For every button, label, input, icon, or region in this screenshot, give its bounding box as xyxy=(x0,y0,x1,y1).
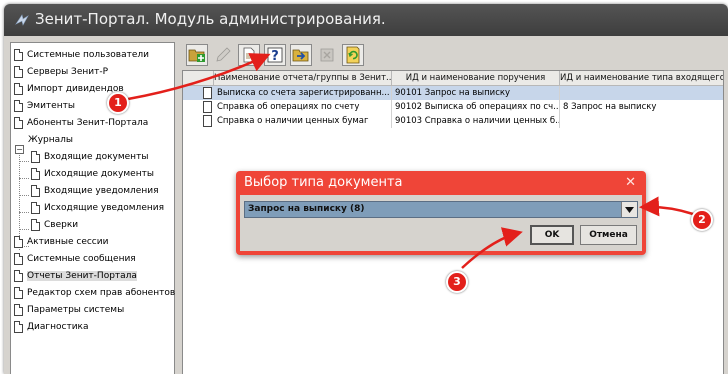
dropdown-button[interactable] xyxy=(621,202,637,217)
tree-item-portal-reports[interactable]: Отчеты Зенит-Портала xyxy=(14,268,137,284)
table-cell: 90103 Справка о наличии ценных б... xyxy=(392,114,560,128)
table-row[interactable]: Справка о наличии ценных бумаг 90103 Спр… xyxy=(183,114,723,128)
tree-item-active-sessions[interactable]: Активные сессии xyxy=(14,234,108,250)
chevron-down-icon xyxy=(625,206,634,213)
tree-item-diagnostics[interactable]: Диагностика xyxy=(14,319,89,335)
table-cell: Справка о наличии ценных бумаг xyxy=(214,114,392,128)
tree-item-outgoing-documents[interactable]: Исходящие документы xyxy=(31,166,154,182)
add-folder-button[interactable] xyxy=(186,44,208,66)
tree-item-zenit-servers[interactable]: Серверы Зенит-Р xyxy=(14,64,108,80)
tree-item-portal-subscribers[interactable]: Абоненты Зенит-Портала xyxy=(14,115,148,131)
help-question-icon: ? xyxy=(267,47,283,64)
document-icon xyxy=(14,100,23,112)
document-icon xyxy=(14,83,23,95)
document-icon xyxy=(14,270,23,282)
annotation-badge-3: 3 xyxy=(446,271,468,293)
document-icon xyxy=(14,49,23,61)
tree-expander-icon[interactable]: − xyxy=(15,145,24,154)
tree-item-system-users[interactable]: Системные пользователи xyxy=(14,47,149,63)
tree-guide-line xyxy=(19,229,29,230)
tree-item-dividend-import[interactable]: Импорт дивидендов xyxy=(14,81,124,97)
document-icon xyxy=(243,47,255,63)
document-type-value: Запрос на выписку (8) xyxy=(248,204,365,214)
delete-button[interactable] xyxy=(316,44,338,66)
annotation-badge-2: 2 xyxy=(691,209,713,231)
refresh-icon xyxy=(346,46,360,64)
dialog-title: Выбор типа документа xyxy=(244,175,403,190)
refresh-button[interactable] xyxy=(342,44,364,66)
help-button[interactable]: ? xyxy=(264,44,286,66)
svg-text:?: ? xyxy=(271,49,279,64)
dialog-body: Запрос на выписку (8) OK Отмена xyxy=(240,195,642,251)
table-cell: 90101 Запрос на выписку xyxy=(392,86,560,100)
document-icon xyxy=(14,321,23,333)
window-title: Зенит-Портал. Модуль администрирования. xyxy=(35,10,386,28)
tree-guide-line xyxy=(19,212,29,213)
title-bar: Зенит-Портал. Модуль администрирования. xyxy=(4,4,728,36)
table-cell xyxy=(560,86,723,100)
table-header-corner xyxy=(183,71,214,86)
column-header-report-name[interactable]: Наименование отчета/группы в Зенит... xyxy=(214,71,392,86)
document-icon xyxy=(31,185,40,197)
navigation-tree[interactable]: − Системные пользователи Серверы Зенит-Р… xyxy=(10,42,175,374)
document-icon xyxy=(203,115,212,127)
edit-pencil-icon xyxy=(216,47,231,62)
tree-guide-line xyxy=(19,178,29,179)
tree-guide-line xyxy=(19,195,29,196)
tree-item-rights-scheme-editor[interactable]: Редактор схем прав абонентов xyxy=(14,285,175,301)
table-cell: 90102 Выписка об операциях по сч... xyxy=(392,100,560,114)
add-folder-icon xyxy=(188,49,205,62)
document-icon xyxy=(14,236,23,248)
document-type-select[interactable]: Запрос на выписку (8) xyxy=(244,201,638,218)
document-icon xyxy=(14,304,23,316)
table-cell: Справка об операциях по счету xyxy=(214,100,392,114)
tree-item-outgoing-notifications[interactable]: Исходящие уведомления xyxy=(31,200,164,216)
tree-item-incoming-notifications[interactable]: Входящие уведомления xyxy=(31,183,159,199)
table-cell: Выписка со счета зарегистрированн... xyxy=(214,86,392,100)
edit-button[interactable] xyxy=(212,44,234,66)
tree-item-reconciliations[interactable]: Сверки xyxy=(31,217,78,233)
document-icon xyxy=(14,117,23,129)
table-row[interactable]: Справка об операциях по счету 90102 Выпи… xyxy=(183,100,723,114)
annotation-badge-1: 1 xyxy=(107,92,129,114)
tree-item-system-parameters[interactable]: Параметры системы xyxy=(14,302,124,318)
document-icon xyxy=(31,168,40,180)
tree-item-incoming-documents[interactable]: Входящие документы xyxy=(31,149,148,165)
column-header-incoming-type[interactable]: ИД и наименование типа входящего ... xyxy=(560,71,723,86)
app-logo-icon xyxy=(15,14,29,26)
document-icon xyxy=(31,202,40,214)
folder-arrow-icon xyxy=(292,49,309,62)
table-cell: 8 Запрос на выписку xyxy=(560,100,723,114)
move-to-folder-button[interactable] xyxy=(290,44,312,66)
tree-item-issuers[interactable]: Эмитенты xyxy=(14,98,75,114)
cancel-button[interactable]: Отмена xyxy=(580,225,637,245)
table-row[interactable]: Выписка со счета зарегистрированн... 901… xyxy=(183,86,723,100)
tree-item-journals[interactable]: Журналы xyxy=(28,132,73,148)
tree-item-system-messages[interactable]: Системные сообщения xyxy=(14,251,136,267)
ok-button[interactable]: OK xyxy=(530,225,574,245)
column-header-order[interactable]: ИД и наименование поручения xyxy=(392,71,560,86)
document-button[interactable] xyxy=(238,44,260,66)
delete-icon xyxy=(320,48,334,62)
document-icon xyxy=(203,87,212,99)
table-cell xyxy=(560,114,723,128)
document-icon xyxy=(14,66,23,78)
document-type-dialog: Выбор типа документа ✕ Запрос на выписку… xyxy=(236,171,646,255)
document-icon xyxy=(31,219,40,231)
document-icon xyxy=(14,287,23,299)
tree-guide-line xyxy=(19,161,29,162)
close-icon[interactable]: ✕ xyxy=(625,175,636,190)
document-icon xyxy=(203,101,212,113)
document-icon xyxy=(31,151,40,163)
document-icon xyxy=(14,253,23,265)
toolbar: ? xyxy=(182,42,722,68)
